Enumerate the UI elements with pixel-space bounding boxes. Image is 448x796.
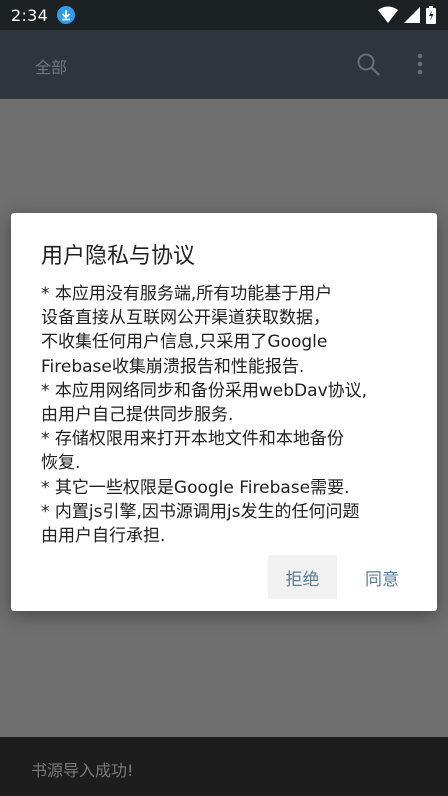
search-icon[interactable] [356, 52, 380, 76]
download-icon [57, 6, 76, 24]
message-line: * 内置js引擎,因书源调用js发生的任何问题 [41, 501, 360, 522]
app-toolbar: 全部 [0, 30, 448, 99]
message-line: * 本应用没有服务端,所有功能基于用户 [41, 284, 333, 304]
dialog-title: 用户隐私与协议 [41, 244, 196, 269]
message-line: 由用户自己提供同步服务. [41, 405, 234, 426]
dialog-message: * 本应用没有服务端,所有功能基于用户 设备直接从互联网公开渠道获取数据， 不收… [41, 282, 421, 548]
more-vert-icon[interactable] [413, 52, 427, 76]
toolbar-title[interactable]: 全部 [35, 54, 67, 78]
agree-button[interactable]: 同意 [347, 555, 417, 599]
signal-icon [404, 7, 420, 23]
status-time: 2:34 [11, 5, 49, 25]
message-line: * 其它一些权限是Google Firebase需要. [41, 477, 350, 498]
message-line: Firebase收集崩溃报告和性能报告. [41, 356, 305, 377]
wifi-icon [378, 6, 398, 23]
reject-button[interactable]: 拒绝 [268, 555, 337, 599]
message-line: 恢复. [41, 453, 81, 474]
message-line: 不收集任何用户信息,只采用了Google [41, 332, 328, 353]
message-line: 由用户自行承担. [41, 526, 166, 547]
message-line: * 存储权限用来打开本地文件和本地备份 [41, 429, 344, 450]
battery-icon [426, 6, 436, 24]
privacy-dialog: 用户隐私与协议 * 本应用没有服务端,所有功能基于用户 设备直接从互联网公开渠道… [11, 213, 437, 611]
status-icons [378, 6, 436, 24]
snackbar-message: 书源导入成功! [31, 761, 134, 780]
message-line: * 本应用网络同步和备份采用webDav协议, [41, 380, 368, 401]
snackbar: 书源导入成功! [0, 737, 448, 796]
message-line: 设备直接从互联网公开渠道获取数据， [41, 308, 330, 329]
status-bar: 2:34 [0, 0, 448, 30]
